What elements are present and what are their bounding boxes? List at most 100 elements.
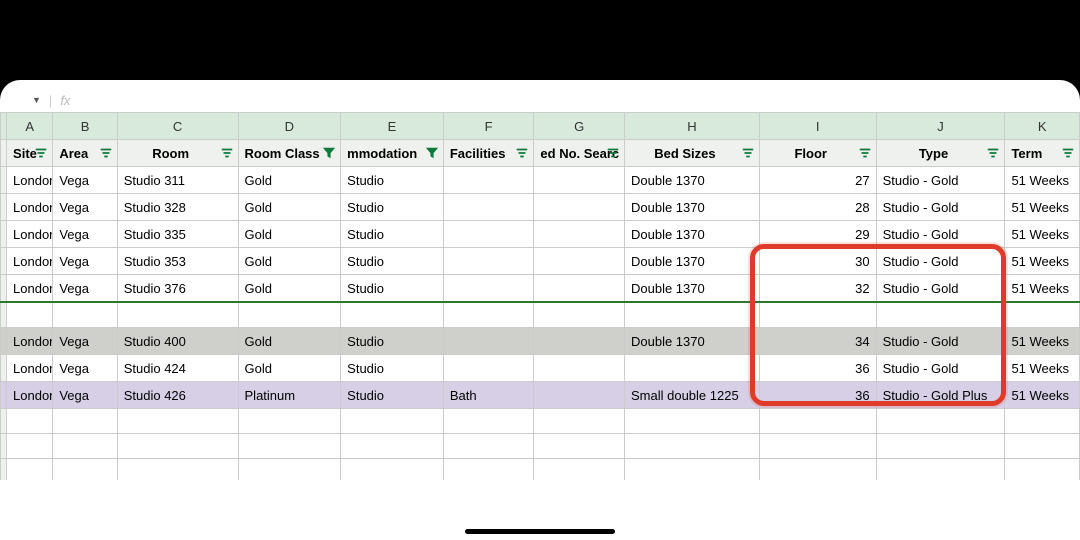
cell-fac[interactable]	[443, 221, 534, 248]
cell-site[interactable]: London	[7, 355, 53, 382]
cell-room[interactable]: Studio 311	[117, 167, 238, 194]
cell-room[interactable]: Studio 400	[117, 328, 238, 355]
cell-bed[interactable]: Double 1370	[624, 221, 759, 248]
cell-bed[interactable]: Double 1370	[624, 167, 759, 194]
cell-sed[interactable]	[534, 382, 625, 409]
cell-fac[interactable]: Bath	[443, 382, 534, 409]
cell-class[interactable]: Gold	[238, 194, 341, 221]
cell-type[interactable]	[876, 434, 1005, 459]
table-row[interactable]: LondonVegaStudio 328GoldStudio Double 137…	[1, 194, 1080, 221]
cell-room[interactable]: Studio 335	[117, 221, 238, 248]
cell-type[interactable]	[876, 409, 1005, 434]
cell-term[interactable]: 51 Weeks	[1005, 248, 1080, 275]
cell-sed[interactable]	[534, 248, 625, 275]
filter-icon[interactable]	[220, 146, 234, 160]
cell-term[interactable]: 51 Weeks	[1005, 328, 1080, 355]
cell-fac[interactable]	[443, 328, 534, 355]
cell-floor[interactable]: 28	[759, 194, 876, 221]
cell-site[interactable]: London	[7, 382, 53, 409]
cell-type[interactable]: Studio - Gold	[876, 167, 1005, 194]
header-facilities[interactable]: Facilities	[443, 140, 534, 167]
cell-accom[interactable]: Studio	[341, 167, 444, 194]
cell-accom[interactable]: Studio	[341, 382, 444, 409]
cell-accom[interactable]: Studio	[341, 355, 444, 382]
cell-accom[interactable]	[341, 434, 444, 459]
cell-room[interactable]	[117, 302, 238, 328]
cell-sed[interactable]	[534, 221, 625, 248]
header-floor[interactable]: Floor	[759, 140, 876, 167]
cell-fac[interactable]	[443, 275, 534, 303]
column-letter-F[interactable]: F	[443, 113, 534, 140]
cell-floor[interactable]: 27	[759, 167, 876, 194]
cell-fac[interactable]	[443, 409, 534, 434]
column-letter-J[interactable]: J	[876, 113, 1005, 140]
cell-type[interactable]: Studio - Gold	[876, 328, 1005, 355]
filter-icon[interactable]	[741, 146, 755, 160]
cell-term[interactable]	[1005, 409, 1080, 434]
cell-class[interactable]: Gold	[238, 221, 341, 248]
cell-type[interactable]	[876, 302, 1005, 328]
cell-type[interactable]: Studio - Gold Plus	[876, 382, 1005, 409]
empty-row[interactable]	[1, 409, 1080, 434]
header-area[interactable]: Area	[53, 140, 117, 167]
cell-floor[interactable]: 36	[759, 355, 876, 382]
cell-area[interactable]: Vega	[53, 221, 117, 248]
header-term[interactable]: Term	[1005, 140, 1080, 167]
table-row[interactable]: LondonVegaStudio 376GoldStudioDouble 137…	[1, 275, 1080, 303]
column-letter-D[interactable]: D	[238, 113, 341, 140]
cell-bed[interactable]: Double 1370	[624, 275, 759, 303]
cell-class[interactable]: Gold	[238, 275, 341, 303]
cell-site[interactable]	[7, 409, 53, 434]
cell-bed[interactable]: Double 1370	[624, 328, 759, 355]
table-row[interactable]: LondonVegaStudio 311GoldStudioDouble 137…	[1, 167, 1080, 194]
cell-area[interactable]: Vega	[53, 167, 117, 194]
cell-area[interactable]	[53, 302, 117, 328]
cell-fac[interactable]	[443, 434, 534, 459]
cell-area[interactable]: Vega	[53, 355, 117, 382]
column-letter-E[interactable]: E	[341, 113, 444, 140]
cell-site[interactable]: London	[7, 275, 53, 303]
cell-floor[interactable]	[759, 302, 876, 328]
cell-term[interactable]: 51 Weeks	[1005, 167, 1080, 194]
header-site[interactable]: Site	[7, 140, 53, 167]
header-room[interactable]: Room	[117, 140, 238, 167]
filter-active-icon[interactable]	[425, 146, 439, 160]
cell-class[interactable]: Gold	[238, 355, 341, 382]
cell-sed[interactable]	[534, 355, 625, 382]
cell-room[interactable]: Studio 424	[117, 355, 238, 382]
table-row[interactable]: LondonVegaStudio 353GoldStudioDouble 137…	[1, 248, 1080, 275]
namebox-dropdown-icon[interactable]: ▼	[32, 95, 41, 105]
filter-icon[interactable]	[606, 146, 620, 160]
header-ed-no-searc[interactable]: ed No. Searc	[534, 140, 625, 167]
cell-area[interactable]: Vega	[53, 194, 117, 221]
cell-site[interactable]	[7, 302, 53, 328]
filter-icon[interactable]	[986, 146, 1000, 160]
cell-class[interactable]: Gold	[238, 248, 341, 275]
cell-bed[interactable]	[624, 434, 759, 459]
cell-accom[interactable]: Studio	[341, 194, 444, 221]
filter-active-icon[interactable]	[322, 146, 336, 160]
cell-room[interactable]	[117, 409, 238, 434]
cell-type[interactable]: Studio - Gold	[876, 221, 1005, 248]
cell-fac[interactable]	[443, 355, 534, 382]
cell-class[interactable]	[238, 409, 341, 434]
cell-fac[interactable]	[443, 167, 534, 194]
cell-sed[interactable]	[534, 194, 625, 221]
cell-accom[interactable]: Studio	[341, 328, 444, 355]
cell-floor[interactable]	[759, 434, 876, 459]
cell-sed[interactable]	[534, 302, 625, 328]
cell-accom[interactable]: Studio	[341, 221, 444, 248]
cell-site[interactable]: London	[7, 248, 53, 275]
cell-site[interactable]: London	[7, 194, 53, 221]
cell-bed[interactable]: Double 1370	[624, 194, 759, 221]
cell-term[interactable]: 51 Weeks	[1005, 355, 1080, 382]
cell-type[interactable]: Studio - Gold	[876, 355, 1005, 382]
cell-room[interactable]: Studio 328	[117, 194, 238, 221]
filter-icon[interactable]	[515, 146, 529, 160]
cell-accom[interactable]: Studio	[341, 248, 444, 275]
column-letter-K[interactable]: K	[1005, 113, 1080, 140]
cell-sed[interactable]	[534, 275, 625, 303]
cell-floor[interactable]	[759, 409, 876, 434]
cell-class[interactable]	[238, 302, 341, 328]
cell-bed[interactable]	[624, 409, 759, 434]
